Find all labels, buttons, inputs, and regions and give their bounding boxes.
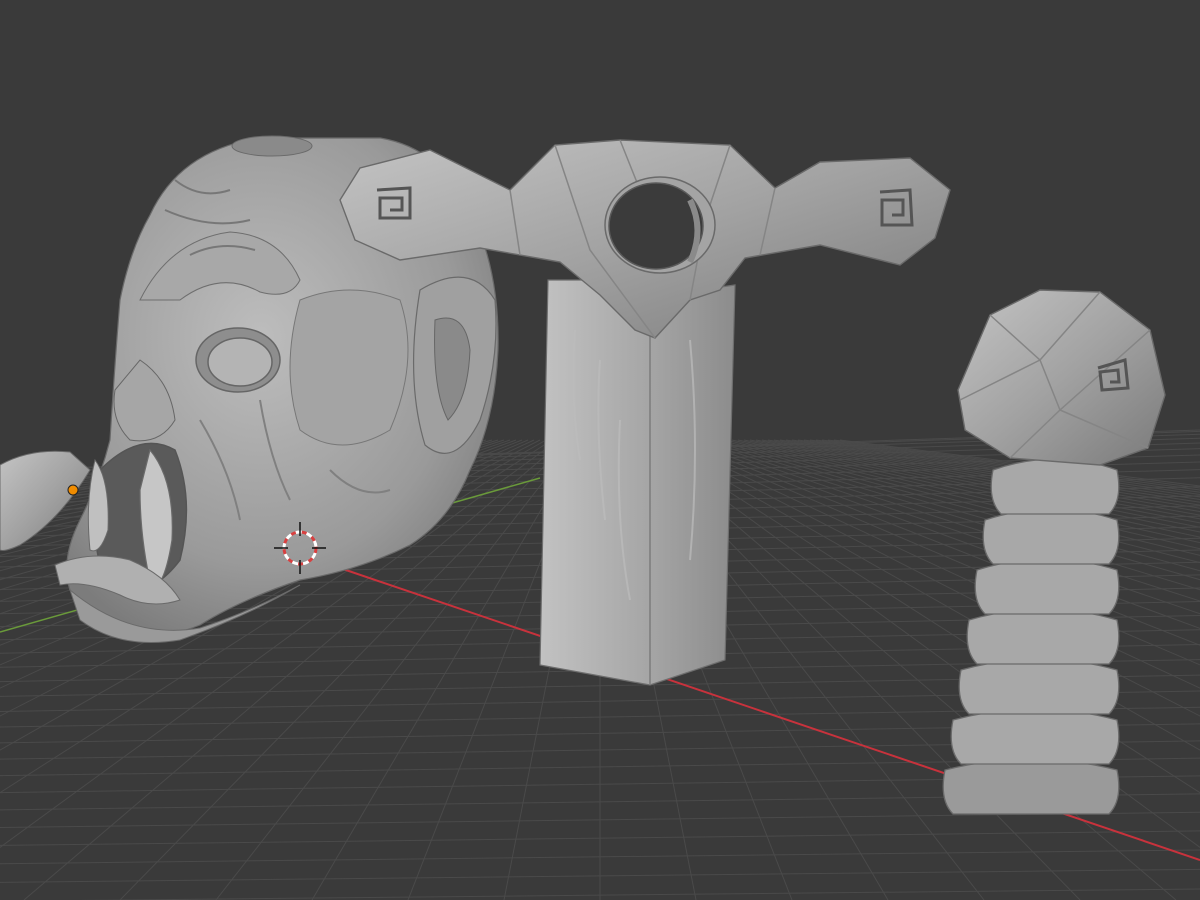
handle-ring (966, 608, 1120, 665)
handle-ring (958, 658, 1120, 715)
3d-viewport[interactable] (0, 0, 1200, 900)
grid-line (671, 439, 1200, 666)
handle-ring (982, 508, 1120, 565)
grid-line (683, 439, 1200, 629)
object-origin-icon[interactable] (67, 484, 79, 496)
scene-canvas[interactable] (0, 0, 1200, 900)
handle-ring (942, 758, 1120, 815)
handle-ring (950, 708, 1120, 765)
handle-ring (974, 558, 1120, 615)
sword-grip-mesh[interactable] (539, 279, 736, 686)
grid-line (689, 439, 1200, 615)
handle-ring (990, 458, 1120, 515)
